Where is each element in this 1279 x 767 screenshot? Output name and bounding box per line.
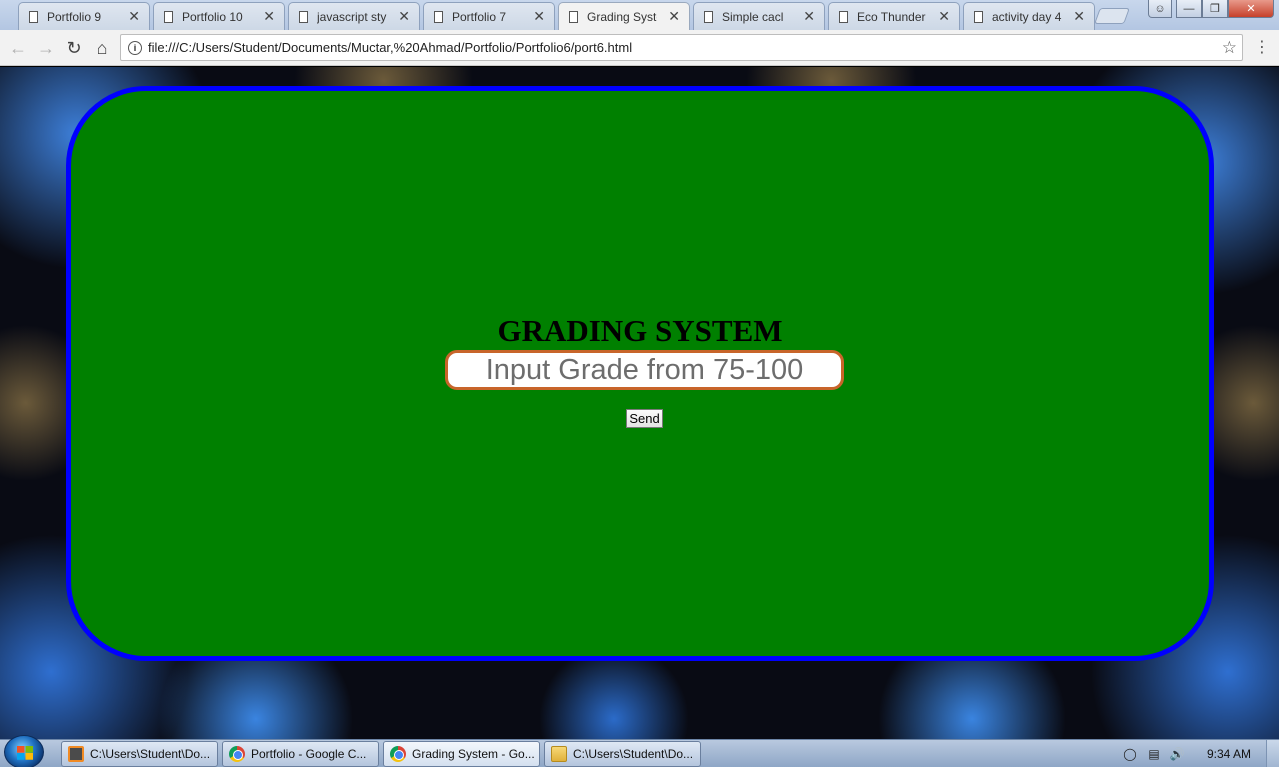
minimize-button[interactable]: — [1176, 0, 1202, 18]
taskbar-item-label: Grading System - Go... [412, 747, 535, 761]
grade-input[interactable] [445, 350, 844, 390]
address-url: file:///C:/Users/Student/Documents/Mucta… [148, 40, 633, 55]
chrome-icon [390, 746, 406, 762]
tab-eco-thunder[interactable]: Eco Thunder P ✕ [828, 2, 960, 30]
reload-icon[interactable]: ↻ [62, 36, 86, 60]
tab-label: Portfolio 9 [47, 9, 102, 24]
taskbar-item-label: C:\Users\Student\Do... [90, 747, 211, 761]
close-icon[interactable]: ✕ [668, 8, 680, 25]
home-icon[interactable]: ⌂ [90, 36, 114, 60]
shield-icon[interactable]: ◯ [1123, 747, 1137, 761]
taskbar-item-label: Portfolio - Google C... [251, 747, 367, 761]
close-icon[interactable]: ✕ [938, 8, 950, 25]
grading-panel: GRADING SYSTEM Send [66, 86, 1214, 661]
address-bar[interactable]: i file:///C:/Users/Student/Documents/Muc… [120, 34, 1243, 61]
taskbar-item-chrome-portfolio[interactable]: Portfolio - Google C... [222, 741, 379, 767]
page-icon [839, 10, 848, 23]
taskbar-item-explorer[interactable]: C:\Users\Student\Do... [544, 741, 701, 767]
network-icon[interactable]: ▤ [1147, 747, 1161, 761]
tab-label: Portfolio 7 [452, 9, 507, 24]
page-title: GRADING SYSTEM [497, 313, 783, 348]
show-desktop-button[interactable] [1266, 740, 1279, 767]
page-icon [29, 10, 38, 23]
tab-label: Simple cacl [722, 9, 784, 24]
page-background: GRADING SYSTEM Send [0, 67, 1279, 739]
page-icon [569, 10, 578, 23]
tab-javascript-style[interactable]: javascript style ✕ [288, 2, 420, 30]
tab-label: Portfolio 10 [182, 9, 243, 24]
browser-toolbar: ← → ↻ ⌂ i file:///C:/Users/Student/Docum… [0, 30, 1279, 66]
tab-label: javascript style [317, 9, 387, 24]
folder-icon [551, 746, 567, 762]
tab-label: Eco Thunder P [857, 9, 927, 24]
close-icon[interactable]: ✕ [533, 8, 545, 25]
page-icon [704, 10, 713, 23]
start-button[interactable] [4, 735, 44, 767]
volume-icon[interactable]: 🔊 [1170, 747, 1185, 761]
close-window-button[interactable]: ✕ [1228, 0, 1274, 18]
windows-taskbar: C:\Users\Student\Do... Portfolio - Googl… [0, 735, 1279, 767]
new-tab-button[interactable] [1094, 8, 1130, 24]
forward-arrow-icon[interactable]: → [34, 36, 58, 60]
close-icon[interactable]: ✕ [263, 8, 275, 25]
tab-portfolio-10[interactable]: Portfolio 10 ✕ [153, 2, 285, 30]
close-icon[interactable]: ✕ [803, 8, 815, 25]
tab-simple-cacl[interactable]: Simple cacl ✕ [693, 2, 825, 30]
page-icon [164, 10, 173, 23]
back-arrow-icon[interactable]: ← [6, 36, 30, 60]
page-icon [974, 10, 983, 23]
browser-tab-strip: Portfolio 9 ✕ Portfolio 10 ✕ javascript … [0, 0, 1279, 30]
tab-label: activity day 4 [992, 9, 1062, 24]
tab-portfolio-9[interactable]: Portfolio 9 ✕ [18, 2, 150, 30]
sublime-text-icon [68, 746, 84, 762]
maximize-button[interactable]: ❐ [1202, 0, 1228, 18]
browser-menu-icon[interactable]: ⋮ [1254, 38, 1270, 58]
close-icon[interactable]: ✕ [128, 8, 140, 25]
taskbar-item-chrome-grading[interactable]: Grading System - Go... [383, 741, 540, 767]
tab-portfolio-7[interactable]: Portfolio 7 ✕ [423, 2, 555, 30]
clock[interactable]: 9:34 AM [1207, 747, 1251, 761]
windows-logo-icon [17, 746, 33, 760]
close-icon[interactable]: ✕ [398, 8, 410, 25]
tab-label: Grading System [587, 9, 657, 24]
bookmark-star-icon[interactable]: ☆ [1222, 38, 1237, 58]
taskbar-item-sublime[interactable]: C:\Users\Student\Do... [61, 741, 218, 767]
close-icon[interactable]: ✕ [1073, 8, 1085, 25]
page-icon [299, 10, 308, 23]
send-button[interactable]: Send [626, 409, 663, 428]
info-icon[interactable]: i [128, 40, 142, 55]
taskbar-item-label: C:\Users\Student\Do... [573, 747, 694, 761]
chrome-icon [229, 746, 245, 762]
tab-activity-day-4[interactable]: activity day 4 ✕ [963, 2, 1095, 30]
user-profile-icon[interactable]: ☺ [1148, 0, 1172, 18]
page-icon [434, 10, 443, 23]
tab-grading-system[interactable]: Grading System ✕ [558, 2, 690, 30]
